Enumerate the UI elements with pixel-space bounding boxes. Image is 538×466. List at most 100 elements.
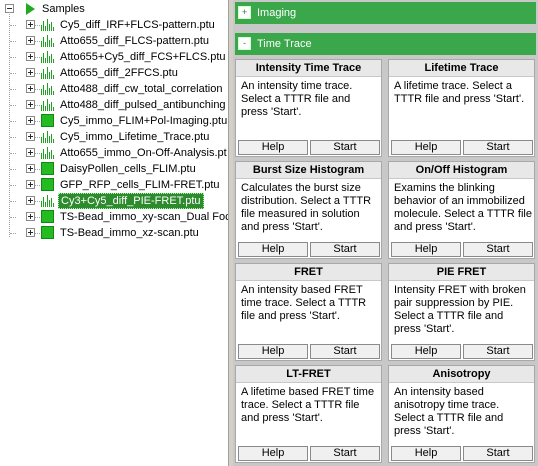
trace-file-icon	[41, 34, 54, 47]
tree-connector	[10, 105, 16, 106]
start-button[interactable]: Start	[463, 446, 533, 461]
expand-icon[interactable]	[26, 36, 35, 45]
tree-item[interactable]: Cy3+Cy5_diff_PIE-FRET.ptu	[0, 193, 228, 209]
tree-connector	[35, 137, 40, 138]
start-button[interactable]: Start	[463, 344, 533, 359]
help-button[interactable]: Help	[238, 344, 308, 359]
expand-icon[interactable]	[26, 116, 35, 125]
tree-connector	[35, 121, 40, 122]
tree-root[interactable]: Samples	[0, 1, 228, 17]
help-button[interactable]: Help	[238, 242, 308, 257]
tree-connector	[10, 233, 16, 234]
tree-root-label: Samples	[42, 3, 85, 15]
tree-item-label: Atto655_immo_On-Off-Analysis.pt	[60, 147, 227, 159]
card-anisotropy: Anisotropy An intensity based anisotropy …	[388, 365, 535, 463]
tree-connector	[35, 153, 40, 154]
expand-icon[interactable]	[26, 100, 35, 109]
tree-item-label: Atto655_diff_2FFCS.ptu	[60, 67, 178, 79]
start-button[interactable]: Start	[310, 242, 380, 257]
expand-icon[interactable]	[26, 52, 35, 61]
tree-connector	[10, 57, 16, 58]
card-description: Examins the blinking behavior of an immo…	[394, 182, 532, 233]
expand-icon[interactable]	[26, 20, 35, 29]
image-file-icon	[41, 210, 54, 223]
collapse-icon[interactable]: -	[238, 37, 251, 50]
expand-icon[interactable]	[26, 196, 35, 205]
tree-connector	[10, 73, 16, 74]
tree-connector	[10, 185, 16, 186]
tree-item-label: Atto488_diff_cw_total_correlation	[60, 83, 223, 95]
tree-item[interactable]: Atto488_diff_cw_total_correlation	[0, 81, 228, 97]
start-button[interactable]: Start	[310, 140, 380, 155]
tree-item-label: Atto655_diff_FLCS-pattern.ptu	[60, 35, 210, 47]
expand-icon[interactable]: +	[238, 6, 251, 19]
expand-icon[interactable]	[26, 212, 35, 221]
card-on-off-histogram: On/Off Histogram Examins the blinking beh…	[388, 161, 535, 259]
expand-icon[interactable]	[26, 84, 35, 93]
tree-connector	[10, 25, 16, 26]
tree-item[interactable]: TS-Bead_immo_xz-scan.ptu	[0, 225, 228, 241]
tree-item[interactable]: Atto655_diff_FLCS-pattern.ptu	[0, 33, 228, 49]
tree-connector	[10, 153, 16, 154]
tree-item[interactable]: Cy5_diff_IRF+FLCS-pattern.ptu	[0, 17, 228, 33]
card-lt-fret: LT-FRET A lifetime based FRET time trace.…	[235, 365, 382, 463]
help-button[interactable]: Help	[391, 140, 461, 155]
tree-connector	[35, 25, 40, 26]
tree-item[interactable]: Atto655_immo_On-Off-Analysis.pt	[0, 145, 228, 161]
image-file-icon	[41, 178, 54, 191]
tree-item[interactable]: Cy5_immo_FLIM+Pol-Imaging.ptu	[0, 113, 228, 129]
help-button[interactable]: Help	[238, 446, 308, 461]
section-time-trace-label: Time Trace	[257, 38, 312, 50]
image-file-icon	[41, 226, 54, 239]
tree-item[interactable]: Atto488_diff_pulsed_antibunching	[0, 97, 228, 113]
trace-file-icon	[41, 66, 54, 79]
start-button[interactable]: Start	[310, 344, 380, 359]
tree-connector	[35, 169, 40, 170]
tree-connector	[35, 89, 40, 90]
tree-item-label: TS-Bead_immo_xy-scan_Dual Foc	[60, 211, 228, 223]
tree-item[interactable]: Atto655+Cy5_diff_FCS+FLCS.ptu	[0, 49, 228, 65]
tree-item-label: Atto655+Cy5_diff_FCS+FLCS.ptu	[60, 51, 226, 63]
card-description: An intensity time trace. Select a TTTR f…	[241, 80, 353, 118]
expand-icon[interactable]	[26, 180, 35, 189]
start-button[interactable]: Start	[463, 140, 533, 155]
expand-icon[interactable]	[26, 68, 35, 77]
tree-connector	[10, 217, 16, 218]
analysis-panel: + Imaging - Time Trace Intensity Time Tr…	[233, 0, 538, 466]
tree-connector	[35, 73, 40, 74]
tree-item[interactable]: Atto655_diff_2FFCS.ptu	[0, 65, 228, 81]
play-icon	[26, 3, 35, 15]
help-button[interactable]: Help	[391, 242, 461, 257]
tree-connector	[10, 201, 16, 202]
expand-icon[interactable]	[26, 148, 35, 157]
start-button[interactable]: Start	[463, 242, 533, 257]
card-description: An intensity based anisotropy time trace…	[394, 386, 504, 437]
card-title: Anisotropy	[389, 366, 534, 383]
card-description: Intensity FRET with broken pair suppress…	[394, 284, 526, 335]
help-button[interactable]: Help	[238, 140, 308, 155]
tree-connector	[10, 121, 16, 122]
tree-item-label: GFP_RFP_cells_FLIM-FRET.ptu	[60, 179, 220, 191]
expand-icon[interactable]	[26, 228, 35, 237]
tree-item[interactable]: TS-Bead_immo_xy-scan_Dual Foc	[0, 209, 228, 225]
card-title: FRET	[236, 264, 381, 281]
card-title: Burst Size Histogram	[236, 162, 381, 179]
tree-item-label: Cy3+Cy5_diff_PIE-FRET.ptu	[58, 193, 204, 209]
start-button[interactable]: Start	[310, 446, 380, 461]
section-time-trace[interactable]: - Time Trace	[235, 33, 536, 55]
section-imaging[interactable]: + Imaging	[235, 2, 536, 24]
expand-icon[interactable]	[26, 132, 35, 141]
help-button[interactable]: Help	[391, 344, 461, 359]
help-button[interactable]: Help	[391, 446, 461, 461]
tree-item[interactable]: Cy5_immo_Lifetime_Trace.ptu	[0, 129, 228, 145]
card-title: LT-FRET	[236, 366, 381, 383]
expand-icon[interactable]	[26, 164, 35, 173]
trace-file-icon	[41, 98, 54, 111]
tree-item[interactable]: GFP_RFP_cells_FLIM-FRET.ptu	[0, 177, 228, 193]
trace-file-icon	[41, 146, 54, 159]
tree-item[interactable]: DaisyPollen_cells_FLIM.ptu	[0, 161, 228, 177]
image-file-icon	[41, 162, 54, 175]
trace-file-icon	[41, 194, 54, 207]
tree-connector	[35, 57, 40, 58]
card-description: Calculates the burst size distribution. …	[241, 182, 372, 233]
